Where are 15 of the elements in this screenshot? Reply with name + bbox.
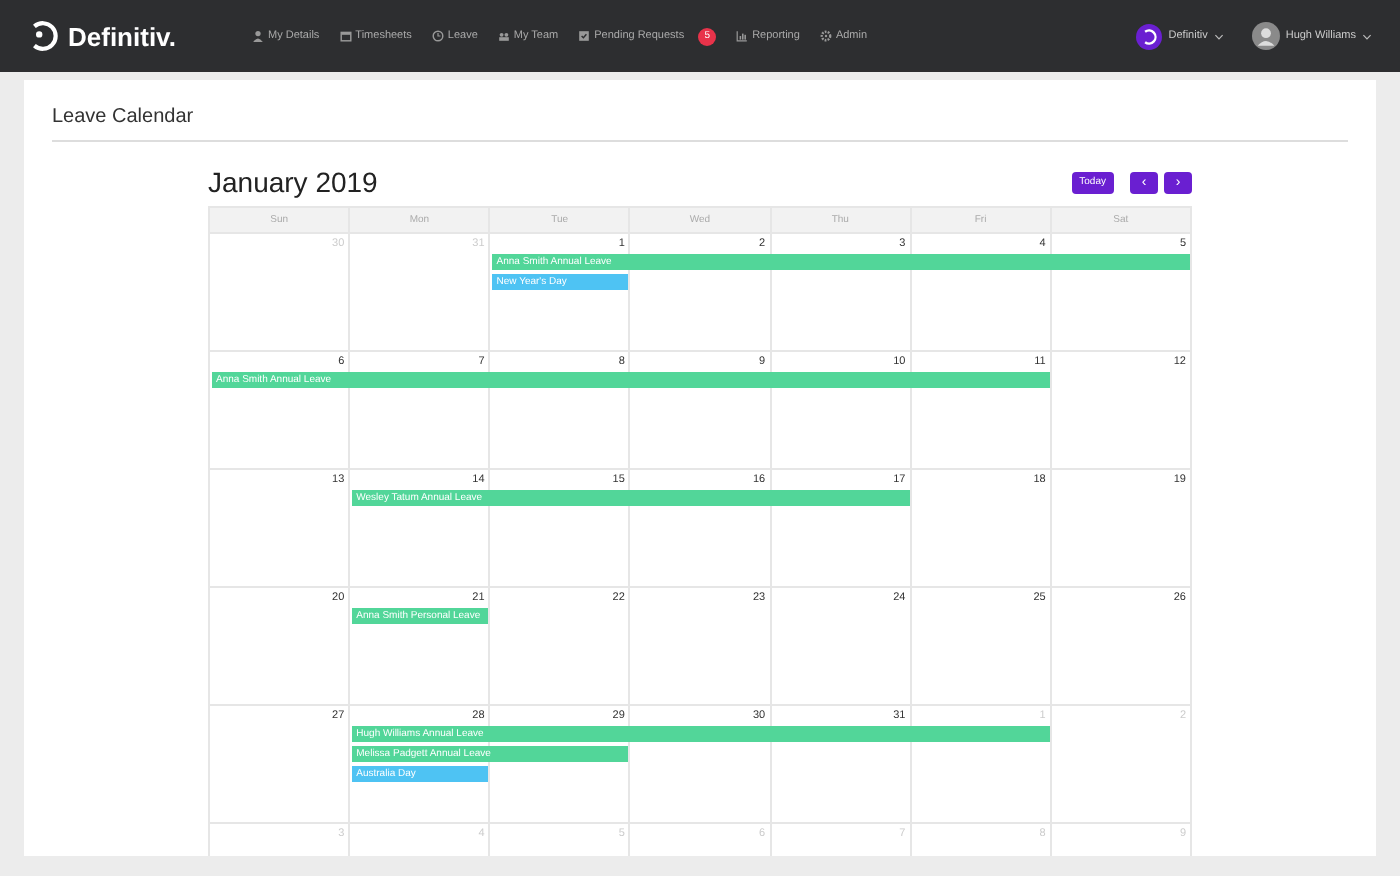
logo-icon [28, 20, 60, 52]
month-title: January 2019 [208, 166, 378, 198]
calendar-icon [339, 30, 352, 42]
brand-name: Definitiv. [68, 21, 176, 51]
caret-icon [1213, 33, 1224, 39]
page-title: Leave Calendar [52, 80, 1348, 142]
check-icon [578, 30, 591, 42]
company-logo-icon [1136, 23, 1163, 49]
chart-icon [736, 30, 749, 42]
group-icon [497, 30, 510, 42]
person-icon [252, 30, 264, 42]
clock-icon [431, 30, 444, 42]
caret-icon [1362, 33, 1372, 39]
avatar-icon [1251, 22, 1280, 50]
gear-icon [819, 30, 832, 42]
